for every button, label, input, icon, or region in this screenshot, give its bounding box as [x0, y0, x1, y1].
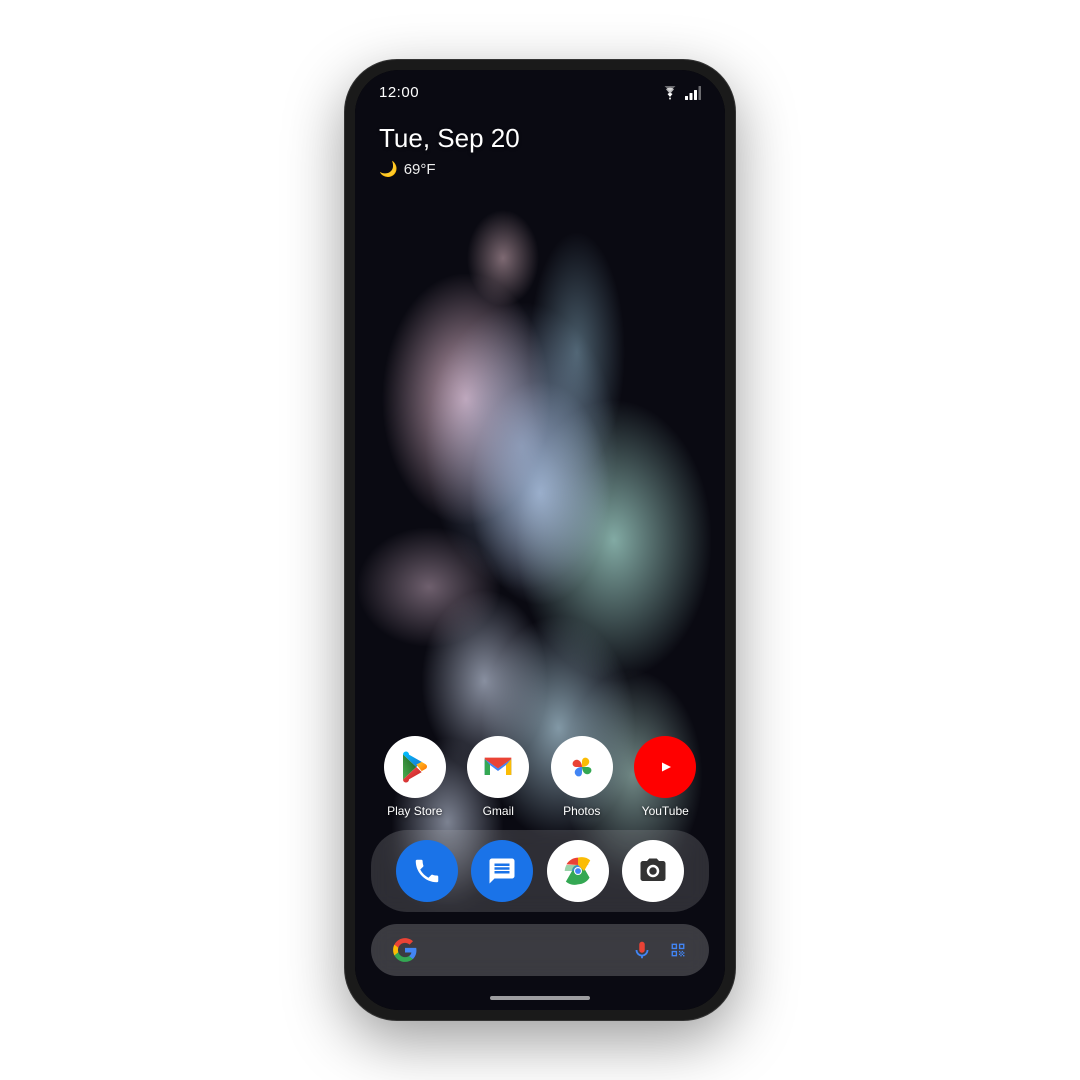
screen-content: 12:00	[355, 70, 725, 1010]
youtube-label: YouTube	[642, 804, 689, 818]
youtube-icon[interactable]	[634, 736, 696, 798]
weather-row: 🌙 69°F	[379, 160, 701, 178]
home-indicator	[490, 996, 590, 1000]
search-bar[interactable]	[371, 924, 709, 976]
play-store-icon[interactable]	[384, 736, 446, 798]
mic-icon[interactable]	[631, 939, 653, 961]
date-display: Tue, Sep 20	[379, 123, 701, 154]
gmail-label: Gmail	[483, 804, 514, 818]
temperature-display: 69°F	[404, 161, 436, 178]
app-item-play-store[interactable]: Play Store	[375, 736, 455, 818]
play-store-label: Play Store	[387, 804, 442, 818]
app-item-camera[interactable]	[618, 840, 690, 902]
app-item-photos[interactable]: Photos	[542, 736, 622, 818]
dock	[371, 830, 709, 912]
weather-icon: 🌙	[379, 160, 398, 178]
status-bar: 12:00	[355, 70, 725, 107]
camera-icon[interactable]	[622, 840, 684, 902]
photos-label: Photos	[563, 804, 600, 818]
app-grid: Play Store	[355, 728, 725, 818]
app-item-phone[interactable]	[391, 840, 463, 902]
app-item-messages[interactable]	[467, 840, 539, 902]
gmail-icon[interactable]	[467, 736, 529, 798]
phone-device: 12:00	[345, 60, 735, 1020]
phone-app-icon[interactable]	[396, 840, 458, 902]
google-lens-icon[interactable]	[667, 939, 689, 961]
app-item-gmail[interactable]: Gmail	[459, 736, 539, 818]
date-weather-widget: Tue, Sep 20 🌙 69°F	[355, 107, 725, 186]
search-actions	[631, 939, 689, 961]
phone-screen: 12:00	[355, 70, 725, 1010]
photos-icon[interactable]	[551, 736, 613, 798]
messages-icon[interactable]	[471, 840, 533, 902]
app-item-youtube[interactable]: YouTube	[626, 736, 706, 818]
chrome-icon[interactable]	[547, 840, 609, 902]
signal-icon	[685, 86, 701, 100]
status-time: 12:00	[379, 84, 419, 101]
status-icons	[661, 86, 701, 100]
wifi-icon	[661, 86, 679, 100]
app-item-chrome[interactable]	[542, 840, 614, 902]
google-g-icon[interactable]	[391, 936, 419, 964]
